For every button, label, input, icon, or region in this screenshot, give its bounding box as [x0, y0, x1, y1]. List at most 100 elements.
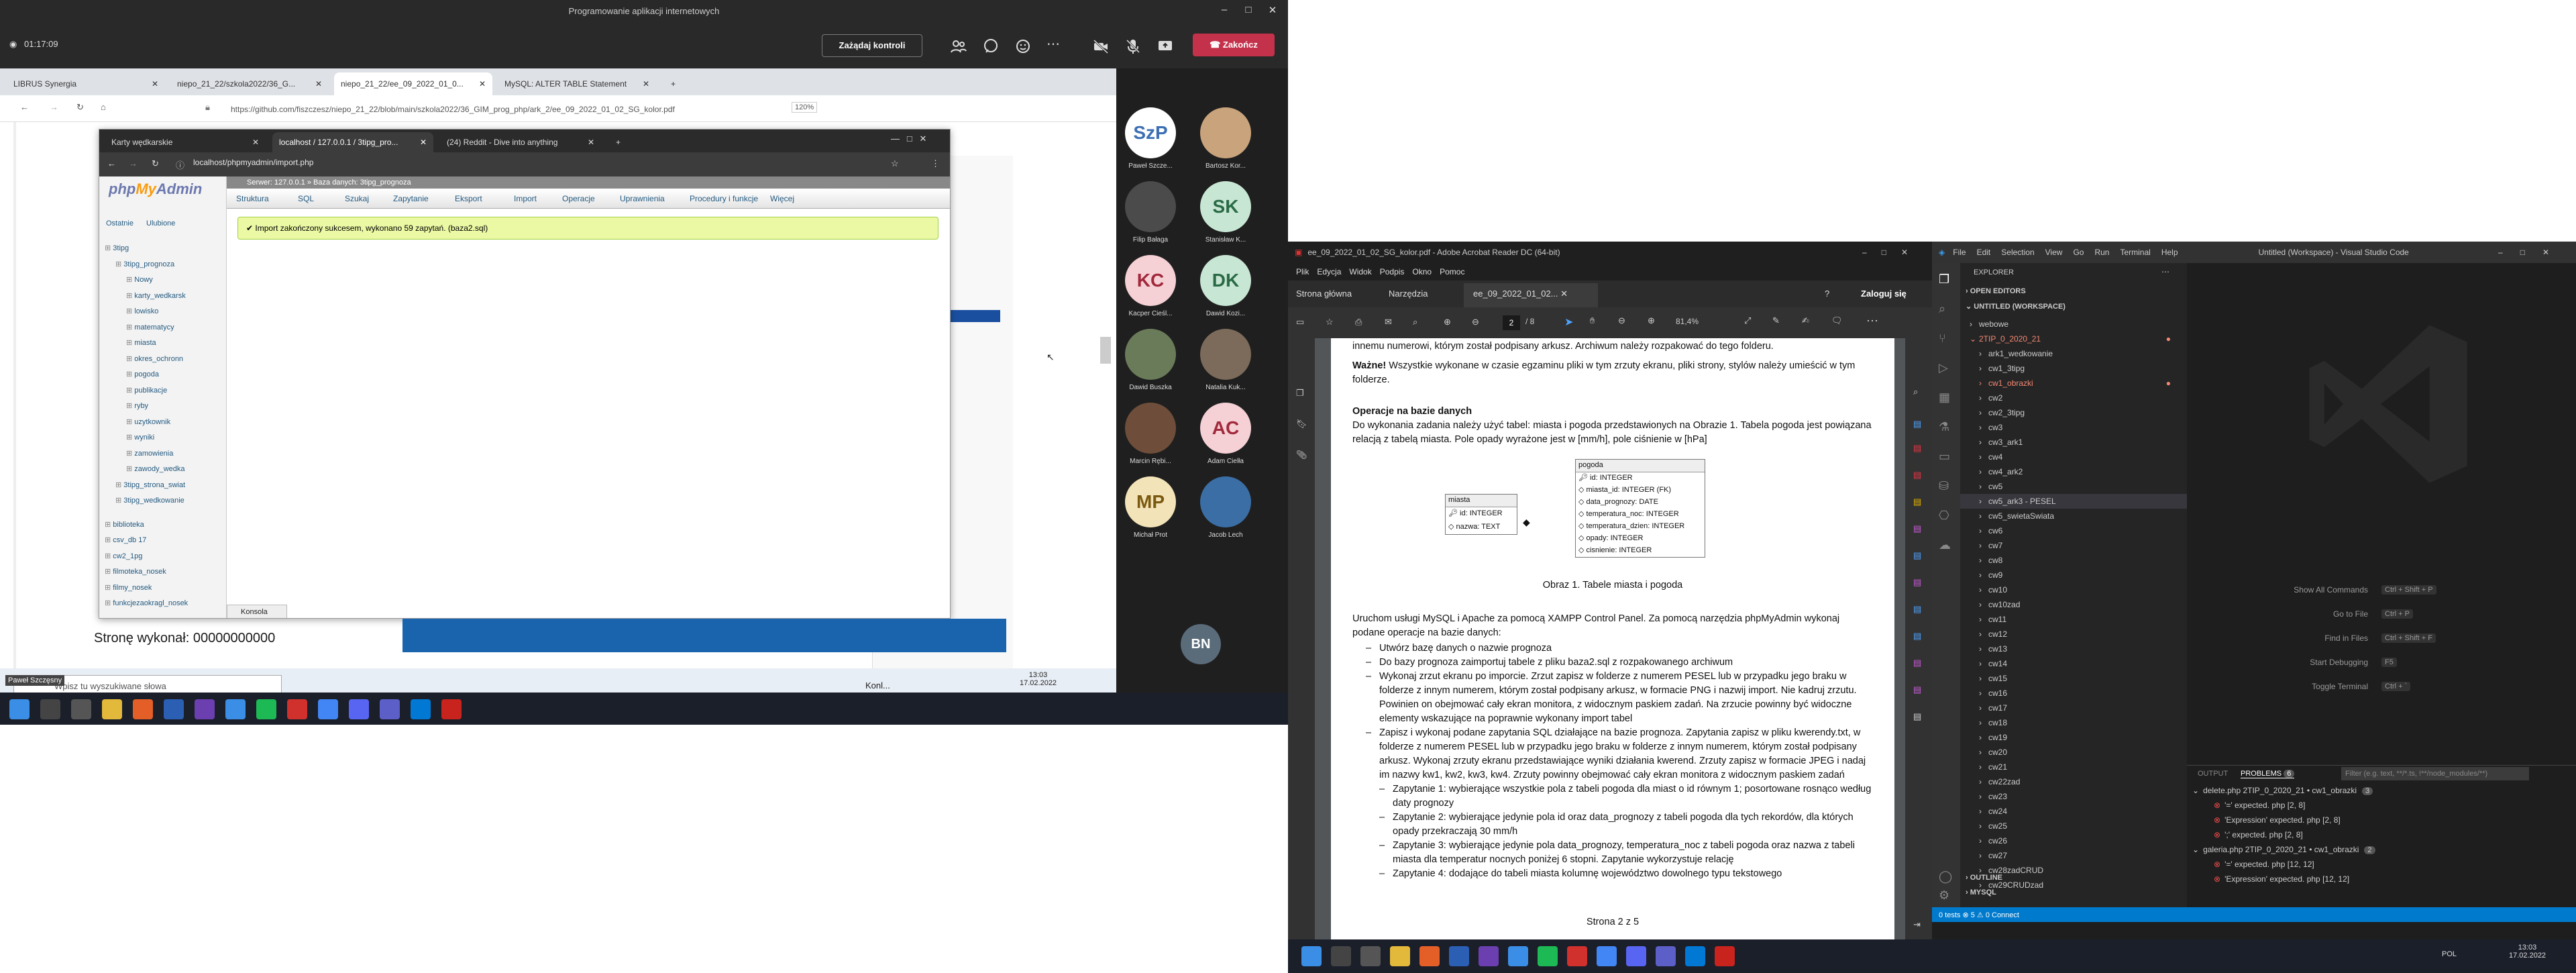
tree-item[interactable]: ⊞ csv_db 17 [105, 535, 146, 544]
file-tree-item[interactable]: › cw24 [1960, 804, 2187, 819]
menu-icon[interactable]: ⋮ [931, 158, 940, 169]
people-icon[interactable] [950, 38, 967, 55]
close-tab-icon[interactable]: ✕ [479, 79, 486, 89]
pma-menu-item[interactable]: Import [514, 194, 537, 203]
file-tree-item[interactable]: › cw1_obrazki ● [1960, 376, 2187, 391]
participant-tile[interactable]: Natalia Kuk... [1189, 329, 1263, 391]
tree-item[interactable]: ⊞ okres_ochronn [126, 354, 183, 363]
file-tree-item[interactable]: › cw22zad [1960, 774, 2187, 789]
tab-document[interactable]: ee_09_2022_01_02... ✕ [1464, 283, 1598, 307]
zoom-search-icon[interactable]: ⌕ [1413, 317, 1417, 327]
file-tree-item[interactable]: › cw15 [1960, 671, 2187, 686]
file-tree-item[interactable]: › cw2_3tipg [1960, 405, 2187, 420]
more-options-icon[interactable]: ⋯ [1046, 38, 1064, 55]
file-tree-item[interactable]: › cw5_swietaSwiata [1960, 509, 2187, 523]
file-tree-item[interactable]: › cw17 [1960, 701, 2187, 715]
problem-row[interactable]: ⊗ '=' expected. php [12, 12] [2214, 857, 2314, 872]
remote-icon[interactable]: ▭ [1939, 450, 1950, 464]
tree-item[interactable]: ⊞ cw2_1pg [105, 552, 142, 560]
participant-avatar-bn[interactable]: BN [1181, 624, 1221, 664]
optimize-icon[interactable]: ▤ [1913, 631, 1921, 642]
comment-icon[interactable]: ✎ [1772, 315, 1780, 326]
browser-tab[interactable]: niepo_21_22/szkola2022/36_G... ✕ [170, 72, 329, 95]
pma-browser-tab[interactable]: (24) Reddit - Dive into anything ✕ [440, 132, 601, 152]
file-tree-item[interactable]: › cw3_ark1 [1960, 435, 2187, 450]
problems-filter-input[interactable]: Filter (e.g. text, **/*.ts, !**/node_mod… [2341, 767, 2529, 780]
favourites-tab[interactable]: Ulubione [146, 219, 175, 227]
acrobat-menu-item[interactable]: Podpis [1380, 267, 1405, 276]
problem-row[interactable]: ⊗ 'Expression' expected. php [12, 12] [2214, 872, 2349, 886]
search-icon[interactable]: ⌕ [1939, 302, 1945, 316]
file-tree-item[interactable]: › cw5_ark3 - PESEL [1960, 494, 2187, 509]
mail-icon[interactable] [1508, 946, 1528, 966]
acrobat-icon[interactable] [1715, 946, 1735, 966]
close-tab-icon[interactable]: ✕ [420, 138, 427, 147]
onenote-icon[interactable] [1479, 946, 1499, 966]
bookmark-icon[interactable]: 🔖︎ [1296, 419, 1307, 429]
scrollbar-thumb[interactable] [1100, 337, 1111, 364]
start-icon[interactable] [9, 699, 30, 719]
search-icon[interactable] [1331, 946, 1351, 966]
close-tab-icon[interactable]: ✕ [315, 79, 322, 89]
file-tree-item[interactable]: › cw10zad [1960, 597, 2187, 612]
chat-icon[interactable] [982, 38, 1000, 55]
home-icon[interactable]: ⌂ [101, 102, 106, 112]
file-tree-item[interactable]: › cw10 [1960, 582, 2187, 597]
pma-browser-tab[interactable]: Karty wędkarskie ✕ [105, 132, 266, 152]
outline-section[interactable]: › OUTLINE [1966, 874, 2002, 882]
firefox-icon[interactable] [133, 699, 153, 719]
onenote-icon[interactable] [195, 699, 215, 719]
pma-menu-item[interactable]: SQL [298, 194, 314, 203]
acrobat-menu-item[interactable]: Pomoc [1440, 267, 1464, 276]
file-tree-item[interactable]: › cw8 [1960, 553, 2187, 568]
mail-icon[interactable]: ✉ [1385, 317, 1392, 327]
weather-widget[interactable]: Konl... [865, 680, 890, 690]
start-icon[interactable] [1301, 946, 1322, 966]
close-tab-icon[interactable]: ✕ [643, 79, 649, 89]
reload-icon[interactable]: ↻ [76, 102, 84, 113]
word-icon[interactable] [1449, 946, 1469, 966]
file-tree-item[interactable]: › cw25 [1960, 819, 2187, 833]
file-tree-item[interactable]: › cw16 [1960, 686, 2187, 701]
page-number-input[interactable]: 2 [1503, 315, 1520, 330]
file-tree-item[interactable]: › cw18 [1960, 715, 2187, 730]
database-icon[interactable]: ⛁ [1939, 479, 1949, 493]
redact-icon[interactable]: ▤ [1913, 577, 1921, 588]
participant-tile[interactable]: SzP Paweł Szcze... [1114, 107, 1187, 170]
taskview-icon[interactable] [71, 699, 91, 719]
select-tool-icon[interactable]: ➤ [1564, 315, 1573, 329]
tree-item[interactable]: ⊞ 3tipg_wedkowanie [115, 496, 184, 505]
docker-icon[interactable]: ☁ [1939, 538, 1951, 552]
participant-tile[interactable]: DK Dawid Kozi... [1189, 255, 1263, 317]
export-pdf-icon[interactable]: ▤ [1913, 419, 1921, 429]
tree-item[interactable]: ⊞ pogoda [126, 370, 159, 378]
vscode-menu-item[interactable]: Go [2073, 248, 2084, 257]
search-icon[interactable] [40, 699, 60, 719]
window-controls[interactable]: — □ ✕ [891, 134, 926, 144]
participant-tile[interactable]: Jacob Lech [1189, 476, 1263, 539]
attachment-icon[interactable]: 📎︎ [1296, 450, 1307, 460]
file-tree-item[interactable]: › cw9 [1960, 568, 2187, 582]
tree-item[interactable]: ⊞ publikacje [126, 386, 167, 395]
close-button[interactable]: ✕ [1264, 4, 1281, 19]
clock[interactable]: 13:03 17.02.2022 [2509, 943, 2546, 960]
tab-problems[interactable]: PROBLEMS 6 [2241, 770, 2295, 778]
file-tree-item[interactable]: › cw4_ark2 [1960, 464, 2187, 479]
tree-item[interactable]: ⊞ filmoteka_nosek [105, 567, 166, 576]
close-tab-icon[interactable]: ✕ [152, 79, 158, 89]
pma-browser-tab[interactable]: localhost / 127.0.0.1 / 3tipg_pro... ✕ [272, 132, 433, 152]
file-tree-item[interactable]: › cw26 [1960, 833, 2187, 848]
taskview-icon[interactable] [1360, 946, 1381, 966]
zoom-in-icon[interactable]: ⊕ [1648, 315, 1655, 326]
explorer-icon[interactable] [1390, 946, 1410, 966]
new-tab-button[interactable]: + [609, 132, 627, 152]
file-tree-item[interactable]: › cw12 [1960, 627, 2187, 642]
run-debug-icon[interactable]: ▷ [1939, 361, 1948, 375]
tree-item[interactable]: ⊞ 3tipg [105, 244, 129, 252]
thumbnails-icon[interactable]: ❐ [1296, 388, 1304, 399]
address-bar[interactable]: https://github.com/fiszczesz/niepo_21_22… [231, 101, 835, 118]
star-icon[interactable]: ☆ [891, 158, 899, 169]
share-screen-icon[interactable] [1157, 38, 1174, 55]
login-button[interactable]: Zaloguj się [1861, 289, 1907, 299]
ssh-icon[interactable]: ⎔ [1939, 509, 1949, 523]
